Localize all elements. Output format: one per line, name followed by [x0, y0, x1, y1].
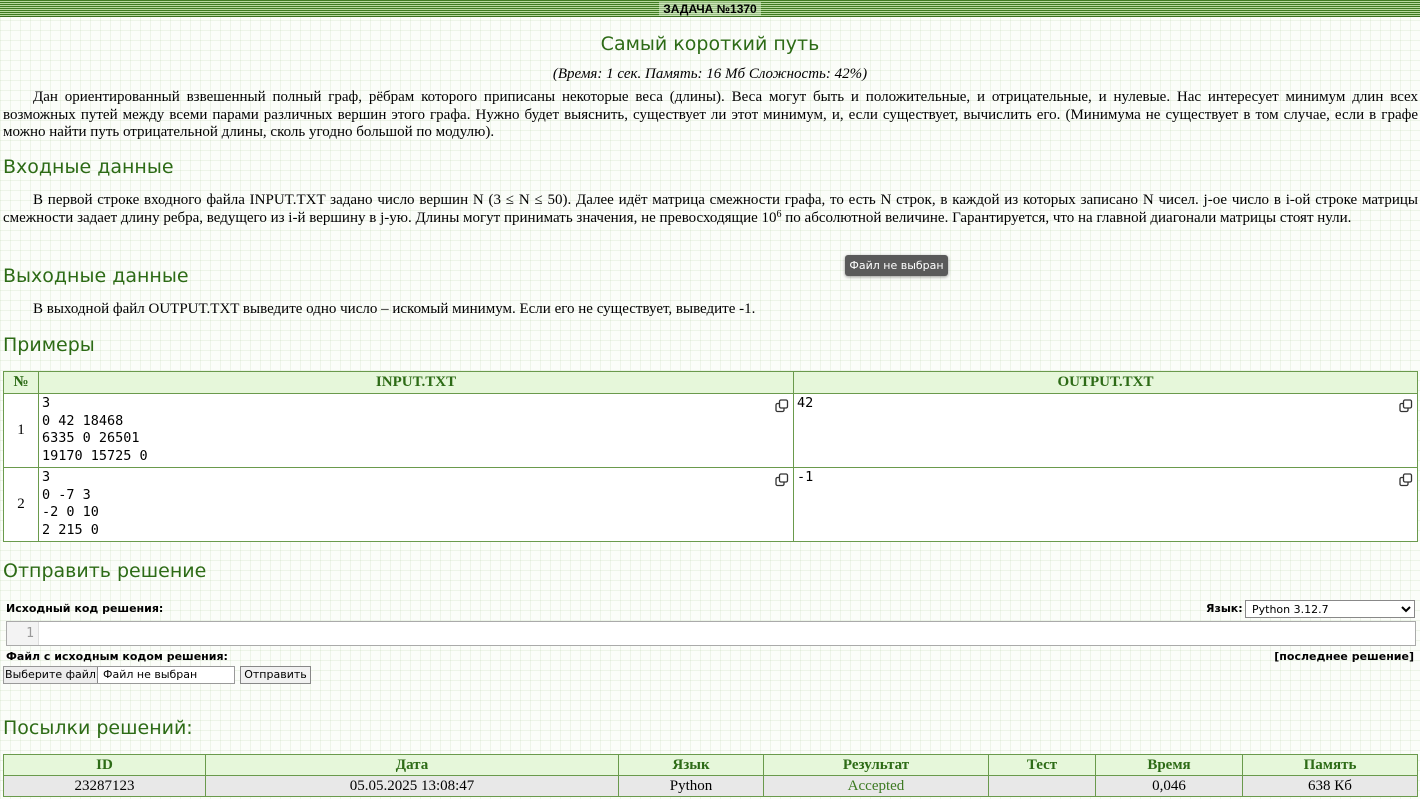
col-memory: Память [1242, 754, 1418, 776]
file-input[interactable]: Выберите файл Файл не выбран [3, 666, 235, 684]
submission-result[interactable]: Accepted [763, 775, 989, 797]
input-description: В первой строке входного файла INPUT.TXT… [3, 192, 1418, 227]
header-title: ЗАДАЧА №1370 [659, 2, 761, 16]
submit-heading: Отправить решение [3, 560, 207, 582]
submission-id: 23287123 [3, 775, 206, 797]
sample-output: 42 [797, 395, 814, 411]
col-test: Тест [988, 754, 1096, 776]
file-upload-label: Файл с исходным кодом решения: [6, 650, 228, 663]
top-header-bar: ЗАДАЧА №1370 [0, 0, 1420, 17]
col-result: Результат [763, 754, 989, 776]
samples-col-input: INPUT.TXT [38, 371, 794, 394]
line-number: 1 [7, 622, 39, 645]
sample-input: 3 0 -7 3 -2 0 10 2 215 0 [42, 469, 99, 538]
copy-icon[interactable] [1399, 399, 1413, 413]
problem-title: Самый короткий путь [600, 33, 820, 55]
choose-file-button[interactable]: Выберите файл [4, 667, 98, 683]
submission-date: 05.05.2025 13:08:47 [205, 775, 619, 797]
col-id: ID [3, 754, 206, 776]
submission-test [988, 775, 1096, 797]
sample-row: 2 3 0 -7 3 -2 0 10 2 215 0 -1 [3, 467, 1418, 542]
sample-row: 1 3 0 42 18468 6335 0 26501 19170 15725 … [3, 393, 1418, 468]
col-lang: Язык [618, 754, 764, 776]
submissions-heading: Посылки решений: [3, 717, 193, 739]
file-tooltip: Файл не выбран [845, 255, 948, 276]
submission-lang: Python [618, 775, 764, 797]
problem-limits: (Время: 1 сек. Память: 16 Мб Сложность: … [552, 66, 868, 82]
source-code-label: Исходный код решения: [6, 602, 164, 615]
code-editor[interactable]: 1 [6, 621, 1416, 646]
sample-input-cell: 3 0 -7 3 -2 0 10 2 215 0 [38, 467, 794, 542]
sample-output-cell: 42 [793, 393, 1418, 468]
sample-input: 3 0 42 18468 6335 0 26501 19170 15725 0 [42, 395, 148, 464]
sample-number: 2 [3, 467, 39, 542]
samples-col-num: № [3, 371, 39, 394]
copy-icon[interactable] [775, 473, 789, 487]
output-description: В выходной файл OUTPUT.TXT выведите одно… [33, 301, 756, 317]
input-text-part2: по абсолютной величине. Гарантируется, ч… [781, 209, 1352, 226]
language-label: Язык: [1206, 602, 1243, 615]
sample-output: -1 [797, 469, 814, 485]
col-time: Время [1095, 754, 1243, 776]
problem-statement: Дан ориентированный взвешенный полный гр… [3, 89, 1418, 140]
last-solution-link[interactable]: [последнее решение] [1274, 650, 1414, 663]
submissions-header-row: ID Дата Язык Результат Тест Время Память [3, 754, 1418, 776]
examples-heading: Примеры [3, 334, 95, 356]
sample-number: 1 [3, 393, 39, 468]
submission-memory: 638 Кб [1242, 775, 1418, 797]
submission-row[interactable]: 23287123 05.05.2025 13:08:47 Python Acce… [3, 775, 1418, 797]
samples-header-row: № INPUT.TXT OUTPUT.TXT [3, 371, 1418, 394]
language-select[interactable]: Python 3.12.7 [1245, 600, 1415, 618]
samples-col-output: OUTPUT.TXT [793, 371, 1418, 394]
submissions-table: ID Дата Язык Результат Тест Время Память… [3, 754, 1418, 797]
sample-input-cell: 3 0 42 18468 6335 0 26501 19170 15725 0 [38, 393, 794, 468]
submit-button[interactable]: Отправить [240, 666, 311, 684]
sample-output-cell: -1 [793, 467, 1418, 542]
output-heading: Выходные данные [3, 265, 189, 287]
col-date: Дата [205, 754, 619, 776]
samples-table: № INPUT.TXT OUTPUT.TXT 1 3 0 42 18468 63… [3, 371, 1418, 542]
copy-icon[interactable] [775, 399, 789, 413]
file-status: Файл не выбран [103, 668, 198, 681]
copy-icon[interactable] [1399, 473, 1413, 487]
input-heading: Входные данные [3, 156, 174, 178]
submission-time: 0,046 [1095, 775, 1243, 797]
